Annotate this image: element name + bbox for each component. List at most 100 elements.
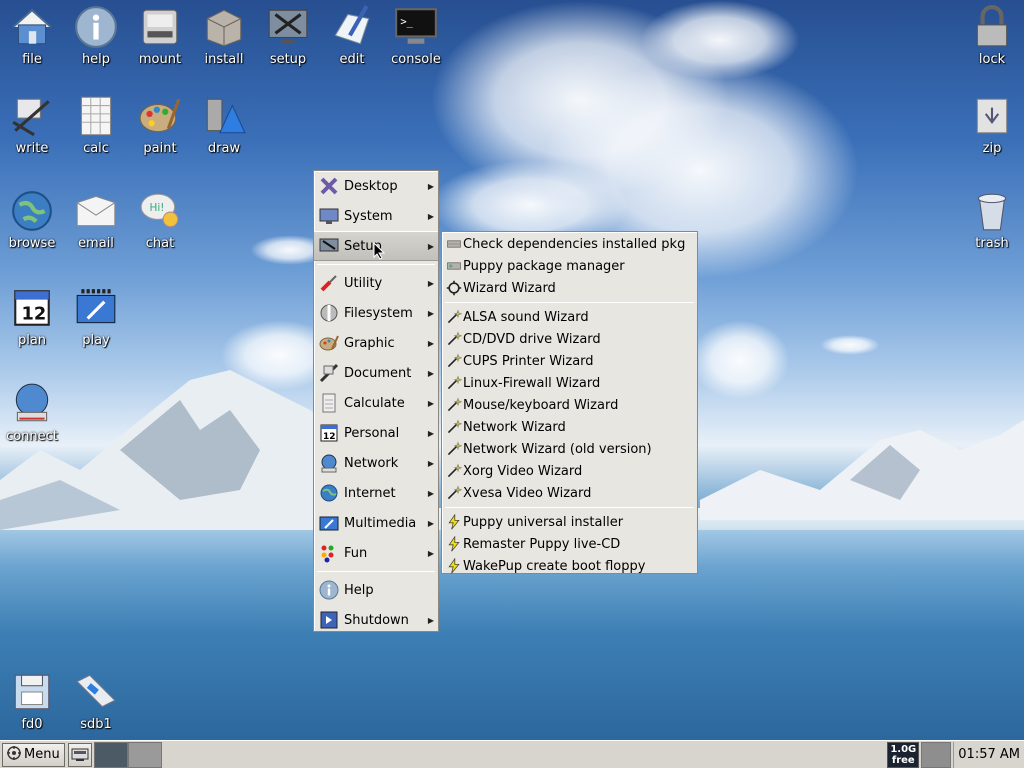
submenu-item-wakepup-create-boot-floppy[interactable]: WakePup create boot floppy: [442, 555, 697, 577]
submenu-arrow-icon: ▶: [427, 338, 434, 348]
desktop-icon-label: zip: [982, 141, 1002, 156]
menu-item-document[interactable]: Document ▶: [314, 358, 438, 388]
desktop-icon-label: edit: [339, 52, 365, 67]
wand-icon: [446, 485, 462, 501]
desktop-icon-label: email: [78, 236, 114, 251]
screwdriver-icon: [318, 272, 340, 294]
submenu-item-network-wizard-old-version[interactable]: Network Wizard (old version): [442, 438, 697, 460]
svg-text:12: 12: [22, 305, 47, 325]
desktop-icon-browse[interactable]: browse: [0, 188, 64, 251]
desktop-icon-connect[interactable]: connect: [0, 381, 64, 444]
submenu-item-puppy-universal-installer[interactable]: Puppy universal installer: [442, 511, 697, 533]
submenu-arrow-icon: ▶: [427, 458, 434, 468]
desktop-icon-fd0[interactable]: fd0: [0, 669, 64, 732]
submenu-item-remaster-puppy-live-cd[interactable]: Remaster Puppy live-CD: [442, 533, 697, 555]
menu-item-desktop[interactable]: Desktop ▶: [314, 171, 438, 201]
clock: 01:57 AM: [953, 741, 1024, 768]
desktop-icon-email[interactable]: email: [64, 188, 128, 251]
desktop-icon-label: file: [22, 52, 42, 67]
submenu-arrow-icon: ▶: [427, 398, 434, 408]
desktop-icon-label: draw: [207, 141, 241, 156]
submenu-item-puppy-package-manager[interactable]: Puppy package manager: [442, 255, 697, 277]
desktop-icon-zip[interactable]: zip: [960, 93, 1024, 156]
desktop-icon-mount[interactable]: mount: [128, 4, 192, 67]
free-space-value: 1.0G: [890, 743, 917, 755]
menu-item-multimedia[interactable]: Multimedia ▶: [314, 508, 438, 538]
menu-item-shutdown[interactable]: Shutdown ▶: [314, 605, 438, 635]
menu-item-graphic[interactable]: Graphic ▶: [314, 328, 438, 358]
desktop-icon-lock[interactable]: lock: [960, 4, 1024, 67]
info-icon: [318, 579, 340, 601]
submenu-item-cups-printer-wizard[interactable]: CUPS Printer Wizard: [442, 350, 697, 372]
menu-item-internet[interactable]: Internet ▶: [314, 478, 438, 508]
menu-item-fun[interactable]: Fun ▶: [314, 538, 438, 568]
wand-icon: [446, 331, 462, 347]
show-desktop-button[interactable]: [67, 742, 92, 767]
desktop-icon-play[interactable]: play: [64, 285, 128, 348]
shutdown-icon: [318, 609, 340, 631]
desktop-icon-label: plan: [17, 333, 47, 348]
typewriter-icon: [9, 93, 55, 139]
submenu-item-alsa-sound-wizard[interactable]: ALSA sound Wizard: [442, 306, 697, 328]
submenu-arrow-icon: ▶: [427, 241, 434, 251]
desktop-icon-label: calc: [83, 141, 109, 156]
submenu-item-mouse-keyboard-wizard[interactable]: Mouse/keyboard Wizard: [442, 394, 697, 416]
desktop-icon-calc[interactable]: calc: [64, 93, 128, 156]
workspace-1[interactable]: [93, 741, 128, 768]
menu-item-system[interactable]: System ▶: [314, 201, 438, 231]
desktop-icon-label: lock: [978, 52, 1006, 67]
menu-item-help[interactable]: Help: [314, 575, 438, 605]
menu-item-label: Utility: [344, 275, 383, 291]
menu-item-calculate[interactable]: Calculate ▶: [314, 388, 438, 418]
menu-button[interactable]: Menu: [2, 742, 65, 767]
menu-item-personal[interactable]: 12 Personal ▶: [314, 418, 438, 448]
padlock-icon: [969, 4, 1015, 50]
submenu-arrow-icon: ▶: [427, 488, 434, 498]
submenu-item-cd-dvd-drive-wizard[interactable]: CD/DVD drive Wizard: [442, 328, 697, 350]
menu-item-filesystem[interactable]: Filesystem ▶: [314, 298, 438, 328]
menu-item-network[interactable]: Network ▶: [314, 448, 438, 478]
submenu-arrow-icon: ▶: [427, 278, 434, 288]
svg-text:>_: >_: [400, 16, 413, 28]
desktop-icon-edit[interactable]: edit: [320, 4, 384, 67]
submenu-item-network-wizard[interactable]: Network Wizard: [442, 416, 697, 438]
submenu-item-label: WakePup create boot floppy: [463, 558, 646, 574]
desktop-icon-label: setup: [269, 52, 307, 67]
wand-icon: [446, 441, 462, 457]
desktop-icon-label: install: [204, 52, 244, 67]
desktop-icon-file[interactable]: file: [0, 4, 64, 67]
submenu-item-check-dependencies-installed-pkg[interactable]: Check dependencies installed pkg: [442, 233, 697, 255]
menu-item-label: Desktop: [344, 178, 398, 194]
lightning-icon: [446, 558, 462, 574]
submenu-item-label: ALSA sound Wizard: [463, 309, 589, 325]
desktop-icon-write[interactable]: write: [0, 93, 64, 156]
submenu-item-xorg-video-wizard[interactable]: Xorg Video Wizard: [442, 460, 697, 482]
desktop-icon-label: connect: [6, 429, 58, 444]
submenu-item-label: Puppy package manager: [463, 258, 625, 274]
desktop-icon-setup[interactable]: setup: [256, 4, 320, 67]
svg-text:12: 12: [323, 432, 336, 442]
menu-item-label: Help: [344, 582, 374, 598]
desktop-icon-install[interactable]: install: [192, 4, 256, 67]
submenu-item-label: Network Wizard: [463, 419, 566, 435]
menu-item-label: Internet: [344, 485, 396, 501]
submenu-item-xvesa-video-wizard[interactable]: Xvesa Video Wizard: [442, 482, 697, 504]
wand-icon: [446, 309, 462, 325]
desktop-icon-help[interactable]: help: [64, 4, 128, 67]
desktop-icon-chat[interactable]: Hi! chat: [128, 188, 192, 251]
menu-item-label: Calculate: [344, 395, 405, 411]
submenu-item-wizard-wizard[interactable]: Wizard Wizard: [442, 277, 697, 299]
palette-icon: [318, 332, 340, 354]
desktop-icon-paint[interactable]: paint: [128, 93, 192, 156]
mouse-cursor-icon: [373, 241, 386, 264]
desktop-icon-draw[interactable]: draw: [192, 93, 256, 156]
menu-item-utility[interactable]: Utility ▶: [314, 268, 438, 298]
archive-icon: [969, 93, 1015, 139]
desktop-icon-plan[interactable]: 12 plan: [0, 285, 64, 348]
submenu-item-linux-firewall-wizard[interactable]: Linux-Firewall Wizard: [442, 372, 697, 394]
desktop-icon-console[interactable]: >_ console: [384, 4, 448, 67]
desktop-icon-trash[interactable]: trash: [960, 188, 1024, 251]
desktop-icon-sdb1[interactable]: sdb1: [64, 669, 128, 732]
workspace-2[interactable]: [127, 741, 162, 768]
home-folder-icon: [9, 4, 55, 50]
